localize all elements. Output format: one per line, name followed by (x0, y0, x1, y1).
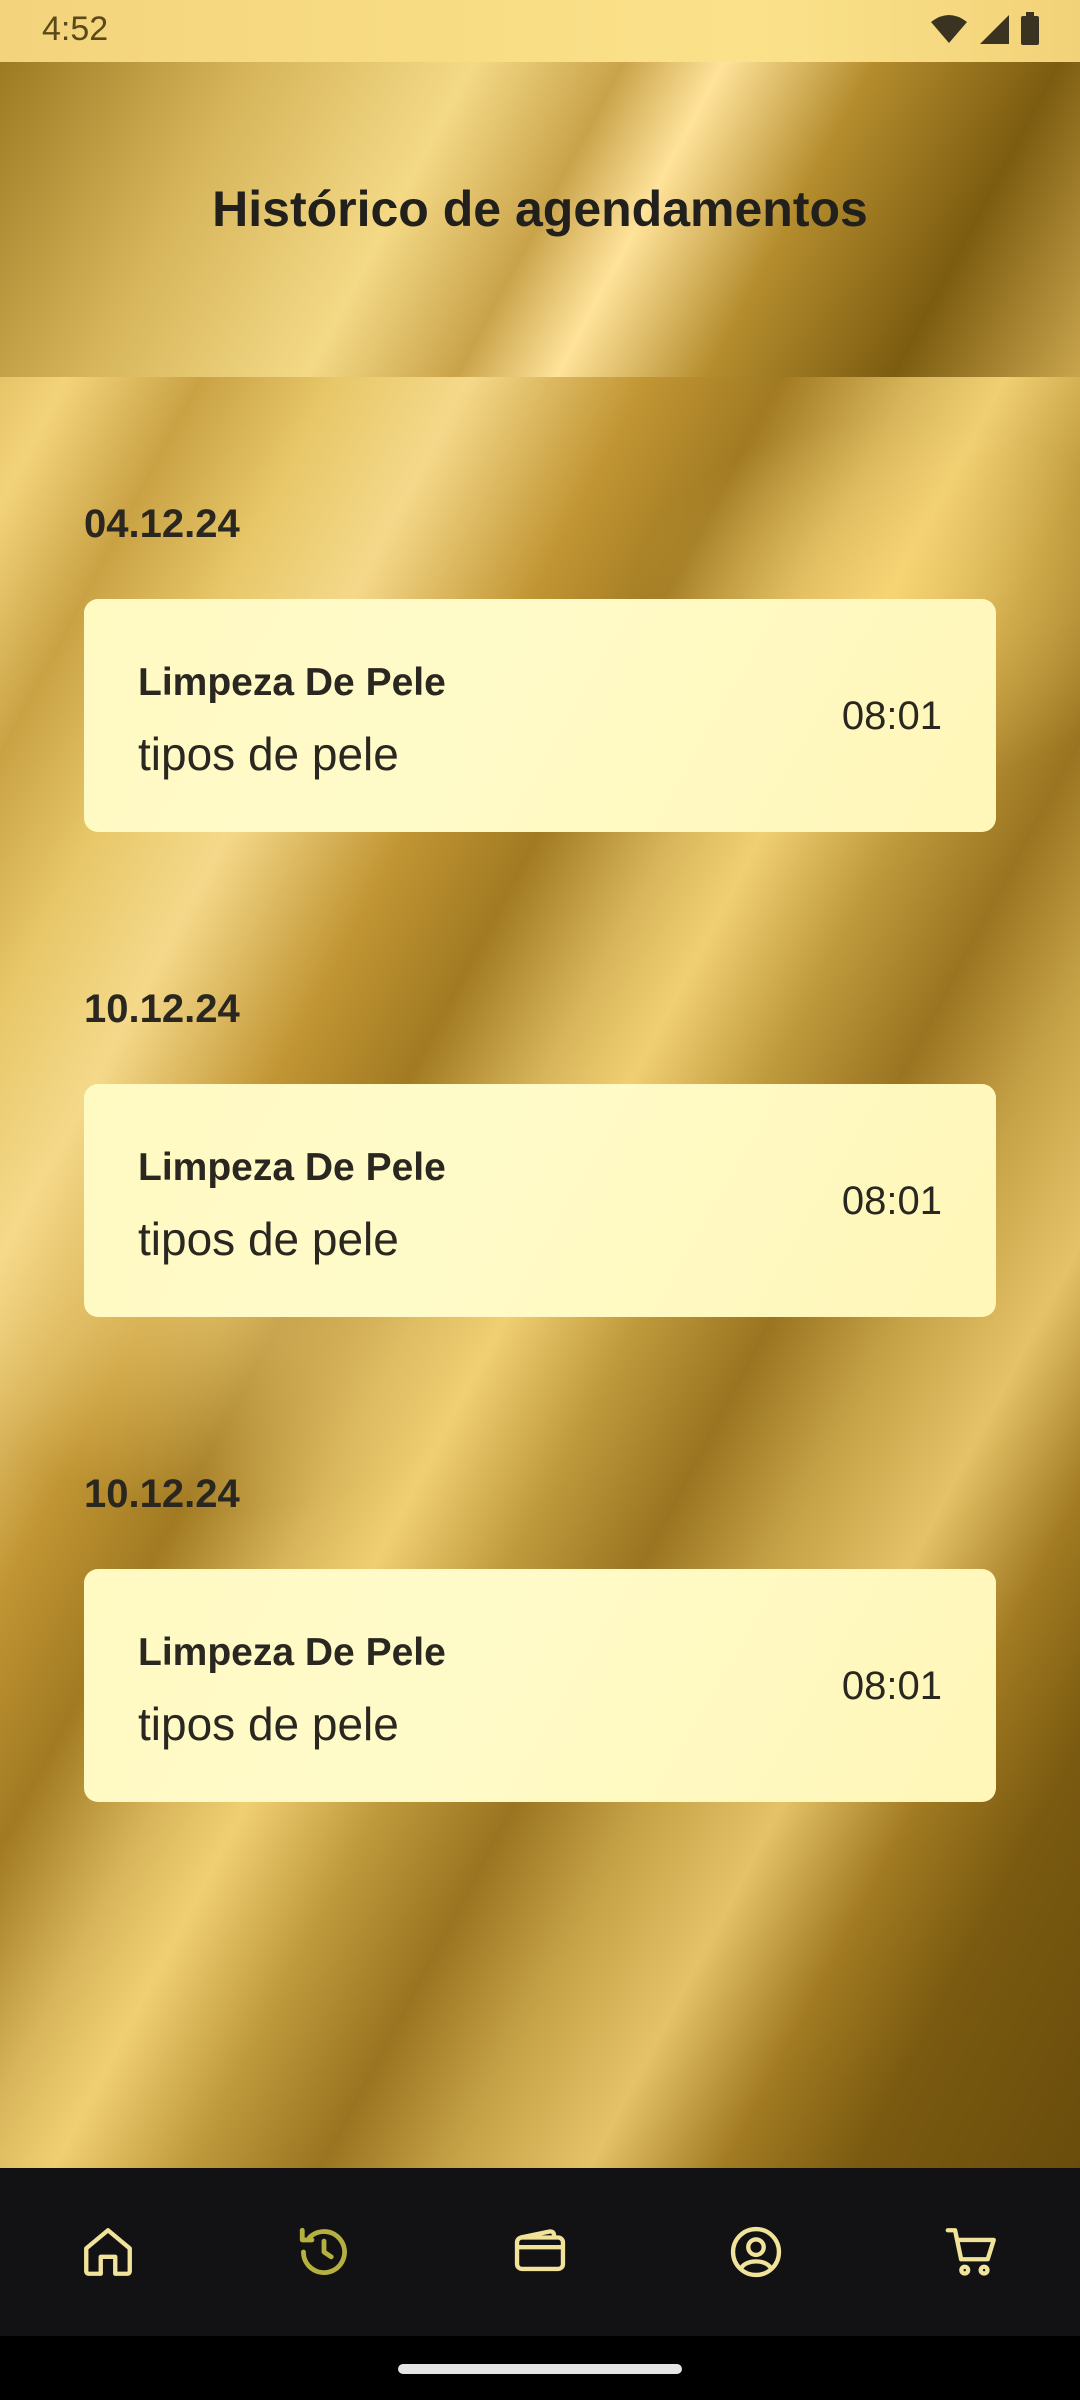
history-icon (299, 2227, 347, 2275)
appointment-card[interactable]: Limpeza De Pele tipos de pele 08:01 (84, 1569, 996, 1802)
appointment-subtitle: tipos de pele (138, 1698, 399, 1750)
appointment-card[interactable]: Limpeza De Pele tipos de pele 08:01 (84, 599, 996, 832)
appointment-date: 10.12.24 (84, 987, 240, 1031)
nav-profile-button[interactable] (716, 2212, 796, 2292)
appointment-date: 10.12.24 (84, 1472, 240, 1516)
cart-icon (945, 2228, 996, 2276)
appointment-card[interactable]: Limpeza De Pele tipos de pele 08:01 (84, 1084, 996, 1317)
signal-icon (980, 15, 1009, 44)
appointment-subtitle: tipos de pele (138, 1213, 399, 1265)
appointment-time: 08:01 (841, 1664, 942, 1708)
nav-home-button[interactable] (68, 2212, 148, 2292)
nav-cart-button[interactable] (932, 2212, 1012, 2292)
status-time: 4:52 (42, 10, 109, 48)
page-title: Histórico de agendamentos (212, 181, 868, 237)
appointment-service: Limpeza De Pele (138, 1631, 446, 1674)
status-icons (930, 12, 1040, 46)
wallet-icon (514, 2229, 566, 2272)
wifi-icon (931, 15, 967, 43)
nav-wallet-button[interactable] (500, 2212, 580, 2292)
battery-icon (1021, 12, 1039, 45)
appointment-service: Limpeza De Pele (138, 1146, 446, 1189)
appointment-date: 04.12.24 (84, 502, 240, 546)
nav-history-button[interactable] (284, 2212, 364, 2292)
bottom-navigation (0, 2168, 1080, 2336)
appointment-subtitle: tipos de pele (138, 728, 399, 780)
home-icon (84, 2228, 132, 2276)
appointment-time: 08:01 (841, 694, 942, 738)
appointment-time: 08:01 (841, 1179, 942, 1223)
appointment-service: Limpeza De Pele (138, 661, 446, 704)
home-gesture-handle[interactable] (398, 2364, 682, 2374)
status-bar: 4:52 (0, 0, 1080, 62)
profile-icon (730, 2226, 782, 2278)
